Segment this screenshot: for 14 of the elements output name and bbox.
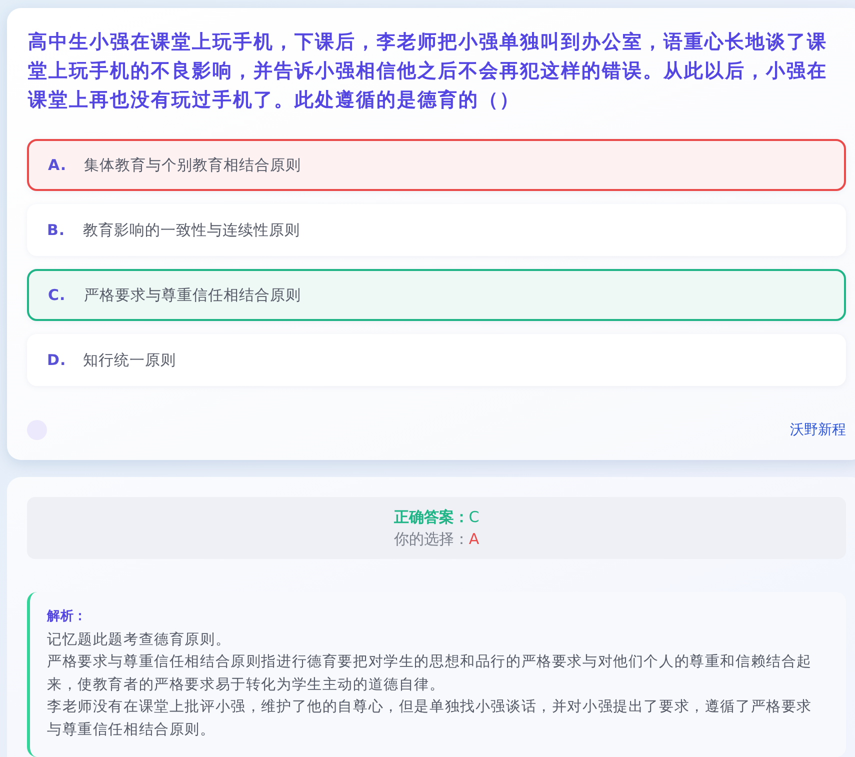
correct-answer-label: 正确答案：	[394, 508, 469, 526]
question-text: 高中生小强在课堂上玩手机，下课后，李老师把小强单独叫到办公室，语重心长地谈了课堂上玩手机的不良影响，并告诉小强相信他之后不会再犯这样的错误。从此以后，小强在课堂上再也没有玩过手机了。此处遵循的是德育的（）	[28, 30, 828, 113]
analysis-paragraph: 李老师没有在课堂上批评小强，维护了他的自尊心，但是单独找小强谈话，并对小强提出了要求，遵循了严格要求与尊重信任相结合原则。	[47, 698, 813, 740]
your-choice-value: A	[468, 530, 480, 548]
correct-answer-value: C	[468, 508, 480, 526]
analysis-title: 解析：	[47, 608, 88, 626]
answer-option[interactable]: D. 知行统一原则	[27, 334, 846, 386]
brand-link[interactable]: 沃野新程	[790, 421, 846, 439]
answer-option[interactable]: C. 严格要求与尊重信任相结合原则	[27, 269, 846, 321]
analysis-paragraph: 严格要求与尊重信任相结合原则指进行德育要把对学生的思想和品行的严格要求与对他们个人的尊重和信赖结合起来，使教育者的严格要求易于转化为学生主动的道德自律。	[47, 652, 813, 694]
analysis-paragraph: 记忆题此题考查德育原则。	[47, 630, 232, 650]
answer-option[interactable]: A. 集体教育与个别教育相结合原则	[27, 139, 846, 191]
your-choice-label: 你的选择：	[394, 530, 469, 548]
answer-option[interactable]: B. 教育影响的一致性与连续性原则	[27, 204, 846, 256]
